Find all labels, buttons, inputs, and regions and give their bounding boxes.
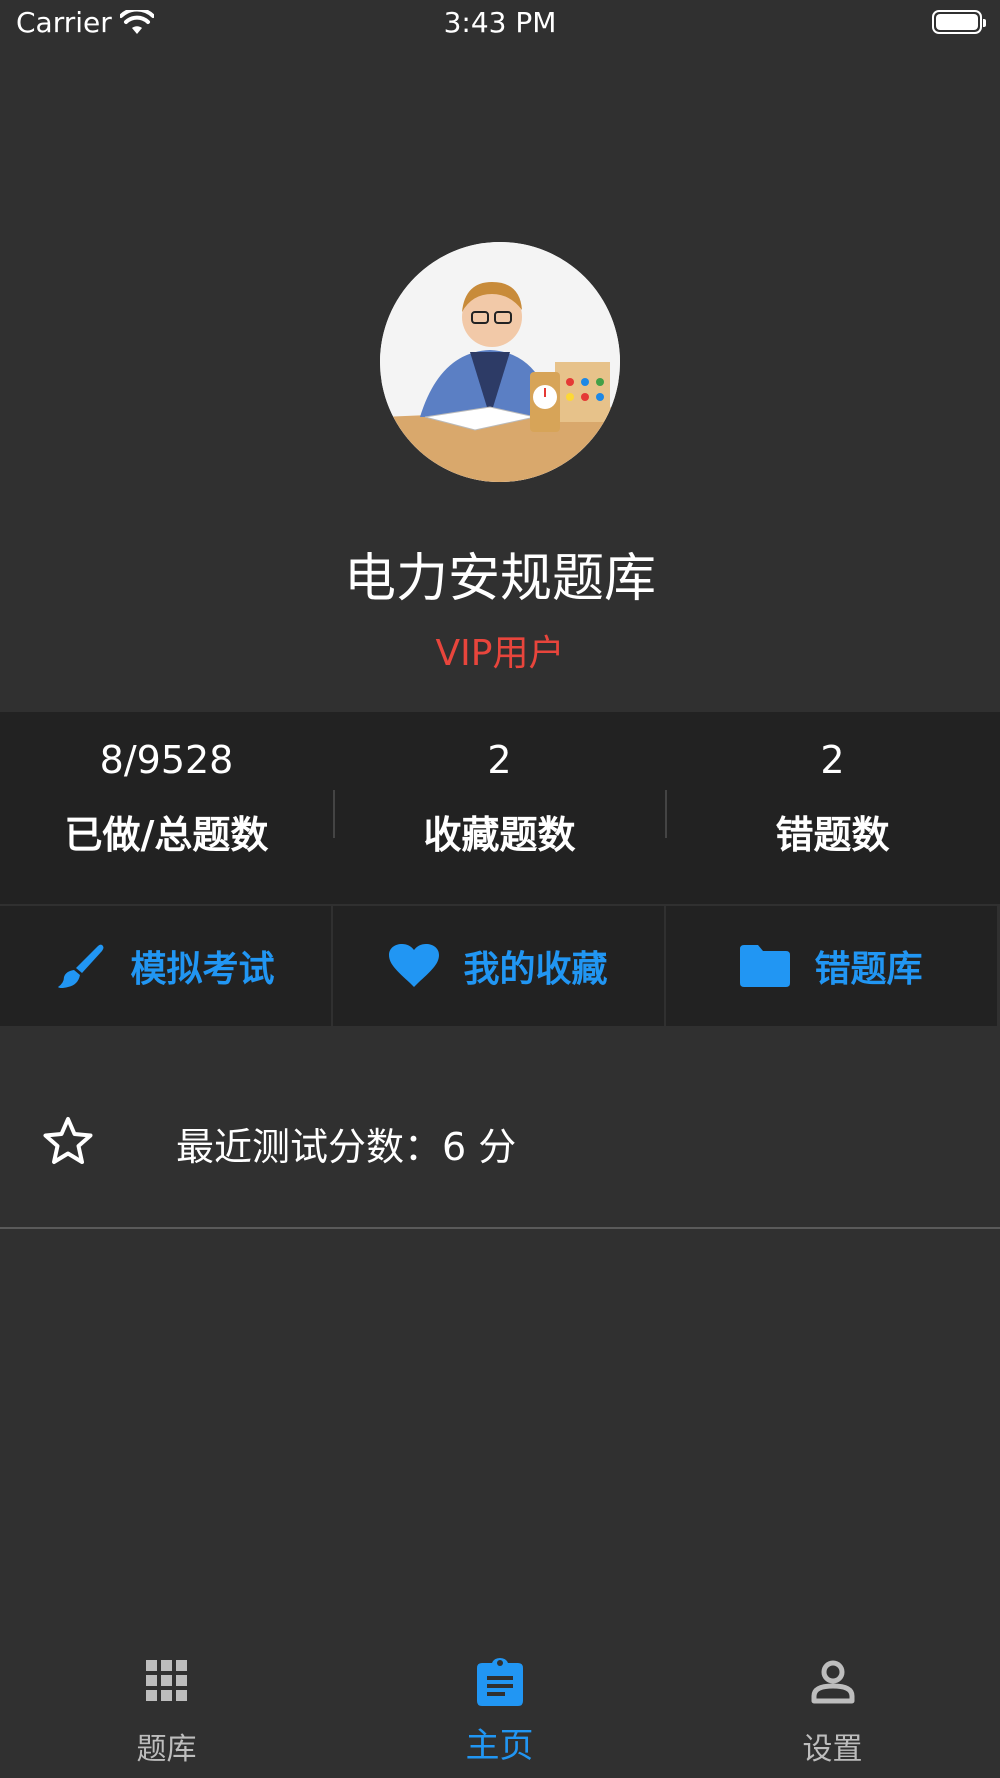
heart-icon [389, 944, 440, 987]
stat-wrong: 2 错题数 [666, 712, 999, 904]
stat-label: 收藏题数 [423, 813, 576, 857]
stat-label: 已做/总题数 [64, 813, 269, 857]
battery-icon [932, 10, 986, 34]
status-time: 3:43 PM [443, 6, 557, 39]
stat-favorites: 2 收藏题数 [333, 712, 666, 904]
tab-label: 设置 [802, 1732, 863, 1767]
divider [0, 1227, 1000, 1229]
tab-home[interactable]: 主页 [333, 1640, 666, 1778]
vip-badge: VIP用户 [435, 633, 565, 674]
grid-icon [145, 1660, 187, 1701]
action-label: 模拟考试 [130, 949, 275, 990]
tab-label: 主页 [465, 1726, 534, 1766]
tab-settings[interactable]: 设置 [666, 1640, 999, 1778]
status-bar: Carrier 3:43 PM [0, 0, 1000, 50]
stat-value: 8/9528 [99, 738, 234, 782]
folder-icon [740, 945, 791, 987]
tab-label: 题库 [136, 1732, 197, 1767]
stat-label: 错题数 [775, 813, 890, 857]
tab-bar: 题库 主页 设置 [0, 1640, 1000, 1778]
stat-value: 2 [487, 738, 512, 782]
action-label: 我的收藏 [463, 949, 608, 990]
recent-score-text: 最近测试分数：6 分 [176, 1125, 517, 1169]
mock-exam-button[interactable]: 模拟考试 [0, 906, 331, 1026]
stat-value: 2 [820, 738, 845, 782]
action-label: 错题库 [814, 949, 923, 990]
stats-panel: 8/9528 已做/总题数 2 收藏题数 2 错题数 [0, 712, 1000, 904]
clipboard-icon [476, 1658, 523, 1706]
app-title: 电力安规题库 [343, 549, 656, 609]
wrong-questions-button[interactable]: 错题库 [666, 906, 997, 1026]
avatar [380, 242, 620, 482]
tab-question-bank[interactable]: 题库 [0, 1640, 333, 1778]
stat-done-total: 8/9528 已做/总题数 [0, 712, 333, 904]
star-outline-icon [42, 1116, 94, 1170]
recent-score-row[interactable]: 最近测试分数：6 分 [0, 1026, 1000, 1228]
my-favorites-button[interactable]: 我的收藏 [333, 906, 664, 1026]
person-icon [811, 1660, 854, 1704]
brush-icon [58, 944, 104, 988]
action-bar: 模拟考试 我的收藏 错题库 [0, 906, 1000, 1026]
